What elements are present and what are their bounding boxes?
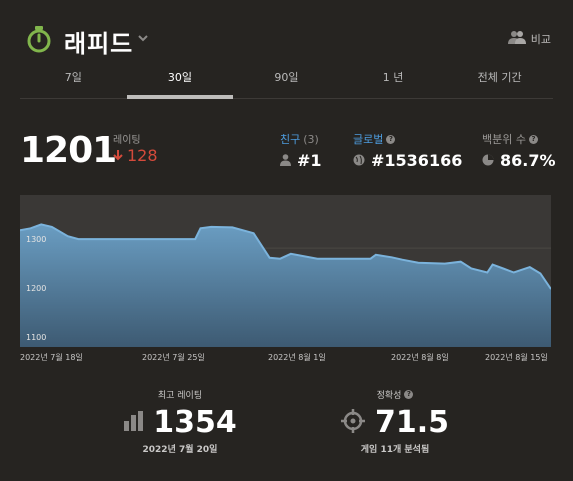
x-tick-label: 2022년 8월 15일 (485, 353, 548, 362)
accuracy-label: 정확성 (376, 391, 402, 401)
y-tick-label: 1100 (26, 333, 46, 342)
x-tick-label: 2022년 8월 1일 (268, 353, 326, 362)
period-tabs: 7일 30일 90일 1 년 전체 기간 (20, 62, 553, 99)
chart-x-axis: 2022년 7월 18일 2022년 7월 25일 2022년 8월 1일 2022년… (0, 352, 573, 368)
help-icon[interactable]: ? (528, 134, 538, 144)
people-icon (507, 30, 526, 47)
global-rank: #1536166 (371, 151, 463, 170)
friends-stat[interactable]: 친구 (3) #1 (280, 131, 322, 170)
tab-7d[interactable]: 7일 (20, 62, 127, 98)
compare-label: 비교 (530, 32, 551, 46)
global-stat[interactable]: 글로벌 ? #1536166 (353, 131, 462, 170)
arrow-down-icon (113, 146, 123, 165)
percentile-stat[interactable]: 백분위 수 ? 86.7% (482, 131, 556, 170)
compare-button[interactable]: 비교 (507, 30, 551, 47)
accuracy-value: 71.5 (374, 405, 450, 440)
accuracy-stat: 정확성 ? 71.5 게임 11개 분석됨 (335, 388, 455, 455)
tab-90d[interactable]: 90일 (233, 62, 340, 98)
rating-change: 128 (113, 146, 158, 165)
globe-icon (353, 151, 365, 170)
friends-label: 친구 (280, 133, 301, 146)
rating-chart[interactable]: 1300 1200 1100 (19, 195, 552, 347)
tab-1y[interactable]: 1 년 (340, 62, 447, 98)
best-rating-label: 최고 레이팅 (157, 391, 203, 401)
x-tick-label: 2022년 7월 18일 (20, 353, 83, 362)
x-tick-label: 2022년 7월 25일 (142, 353, 205, 362)
bar-chart-icon (123, 410, 144, 435)
best-rating-date: 2022년 7월 20일 (142, 445, 218, 455)
help-icon[interactable]: ? (386, 134, 396, 144)
rating-label: 레이팅 (113, 135, 141, 146)
best-rating-stat: 최고 레이팅 1354 2022년 7월 20일 (115, 388, 245, 455)
tab-all-time[interactable]: 전체 기간 (446, 62, 553, 98)
person-icon (280, 151, 291, 170)
pie-icon (482, 151, 494, 170)
chevron-down-icon[interactable] (136, 30, 150, 44)
friends-rank: #1 (297, 151, 322, 170)
crosshair-icon (340, 408, 365, 437)
stopwatch-icon (26, 25, 52, 53)
page-title: 래피드 (64, 30, 134, 58)
y-tick-label: 1300 (26, 235, 46, 244)
percentile-value: 86.7% (500, 151, 556, 170)
x-tick-label: 2022년 8월 8일 (391, 353, 449, 362)
accuracy-sub: 게임 11개 분석됨 (360, 445, 430, 455)
percentile-label: 백분위 수 (482, 133, 526, 146)
global-label: 글로벌 (353, 133, 384, 146)
header: 래피드 비교 (0, 0, 573, 68)
rating-change-value: 128 (127, 146, 158, 165)
tab-30d[interactable]: 30일 (126, 62, 234, 99)
friends-count: (3) (303, 132, 319, 146)
help-icon[interactable]: ? (404, 390, 414, 399)
best-rating-value: 1354 (153, 405, 237, 440)
rating-chart-svg: 1300 1200 1100 (19, 195, 552, 347)
y-tick-label: 1200 (26, 284, 46, 293)
current-rating: 1201 (20, 130, 117, 171)
